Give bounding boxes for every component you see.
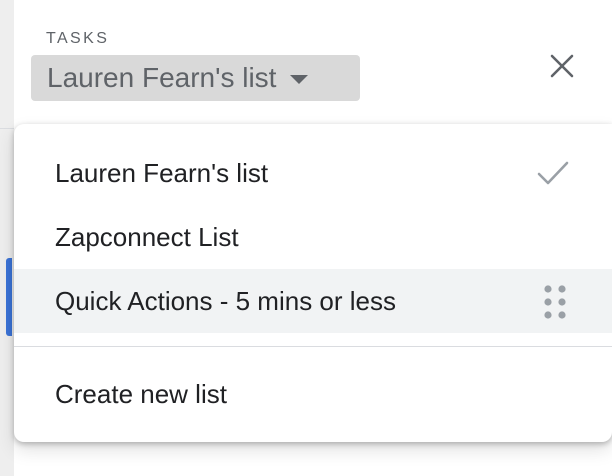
menu-item-label: Zapconnect List: [55, 221, 239, 252]
menu-item-label: Lauren Fearn's list: [55, 157, 269, 188]
list-menu: Lauren Fearn's list Zapconnect List Quic…: [14, 124, 612, 442]
list-selector-dropdown[interactable]: Lauren Fearn's list: [31, 55, 360, 101]
drag-handle-icon[interactable]: [542, 284, 568, 320]
active-indicator: [6, 258, 12, 336]
tasks-section-label: TASKS: [46, 30, 110, 47]
create-new-list-item[interactable]: Create new list: [14, 362, 612, 426]
caret-down-icon: [290, 74, 309, 84]
close-icon: [550, 54, 574, 78]
menu-item-label: Quick Actions - 5 mins or less: [55, 285, 396, 316]
menu-item-zapconnect-list[interactable]: Zapconnect List: [14, 205, 612, 269]
create-new-list-label: Create new list: [55, 378, 227, 409]
background-divider: [0, 128, 14, 129]
check-icon: [537, 161, 569, 185]
menu-item-quick-actions[interactable]: Quick Actions - 5 mins or less: [14, 269, 612, 333]
menu-divider: [14, 346, 612, 347]
tasks-app: TASKS Lauren Fearn's list Lauren Fearn's…: [0, 0, 612, 476]
menu-item-laurens-list[interactable]: Lauren Fearn's list: [14, 141, 612, 205]
close-button[interactable]: [540, 44, 584, 88]
current-list-name: Lauren Fearn's list: [47, 62, 277, 93]
